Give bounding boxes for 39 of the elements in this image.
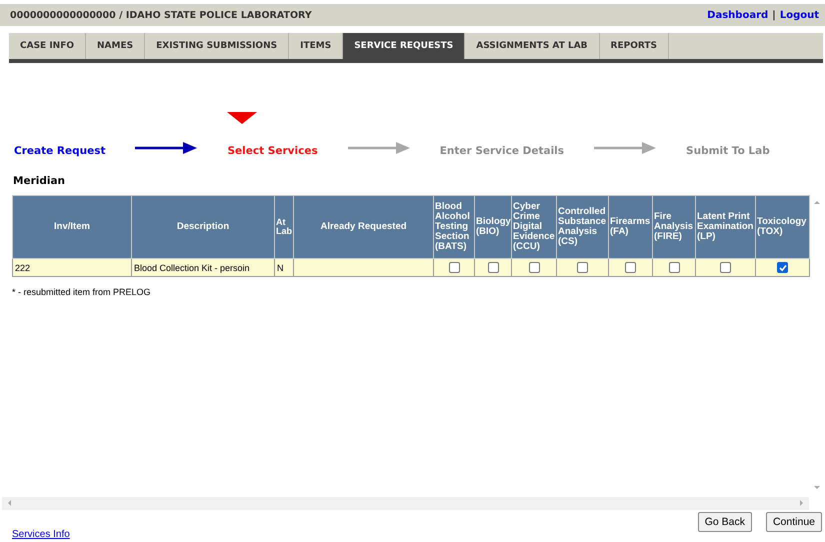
nav-tab[interactable]: SERVICE REQUESTS	[343, 33, 466, 59]
logout-link[interactable]: Logout	[780, 10, 819, 20]
table-cell: 222	[12, 258, 132, 276]
column-header: At Lab	[274, 196, 294, 258]
service-checkbox[interactable]	[625, 262, 636, 274]
column-header: Already Requested	[294, 196, 434, 258]
services-info-link[interactable]: Services Info	[12, 529, 70, 540]
wizard-step: Enter Service Details	[440, 144, 564, 156]
service-checkbox[interactable]	[720, 262, 731, 274]
service-column-header: Biology (BIO)	[474, 196, 512, 258]
dashboard-link[interactable]: Dashboard	[707, 10, 768, 20]
service-checkbox[interactable]	[668, 262, 680, 274]
service-column-header: Toxicology (TOX)	[756, 196, 810, 258]
service-column-header: Fire Analysis (FIRE)	[652, 196, 696, 258]
service-column-header: Controlled Substance Analysis (CS)	[556, 196, 608, 258]
service-column-header: Blood Alcohol Testing Section (BATS)	[434, 196, 474, 258]
column-header: Description	[132, 196, 274, 258]
wizard-step: Submit To Lab	[686, 144, 770, 156]
action-button[interactable]: Go Back	[698, 512, 752, 532]
link-separator: |	[772, 10, 776, 20]
right-arrow-icon	[135, 142, 198, 154]
footnote: * - resubmitted item from PRELOG	[12, 287, 152, 297]
service-checkbox[interactable]	[488, 262, 498, 274]
service-checkbox[interactable]	[777, 262, 788, 274]
service-checkbox[interactable]	[528, 262, 540, 274]
wizard-step: Select Services	[227, 144, 318, 156]
service-column-header: Latent Print Examination (LP)	[696, 196, 756, 258]
right-arrow-icon	[348, 142, 410, 154]
service-column-header: Firearms (FA)	[608, 196, 652, 258]
service-checkbox[interactable]	[448, 262, 460, 274]
service-checkbox[interactable]	[577, 262, 588, 274]
service-column-header: Cyber Crime Digital Evidence (CCU)	[512, 196, 556, 258]
table-cell: Blood Collection Kit - persoin	[132, 258, 274, 276]
wizard-step: Create Request	[14, 144, 106, 156]
column-header: Inv/Item	[12, 196, 132, 258]
location-label: Meridian	[13, 175, 66, 187]
action-button[interactable]: Continue	[766, 512, 822, 532]
case-title: 0000000000000000 / IDAHO STATE POLICE LABORATORY	[10, 10, 312, 20]
right-arrow-icon	[594, 142, 656, 154]
